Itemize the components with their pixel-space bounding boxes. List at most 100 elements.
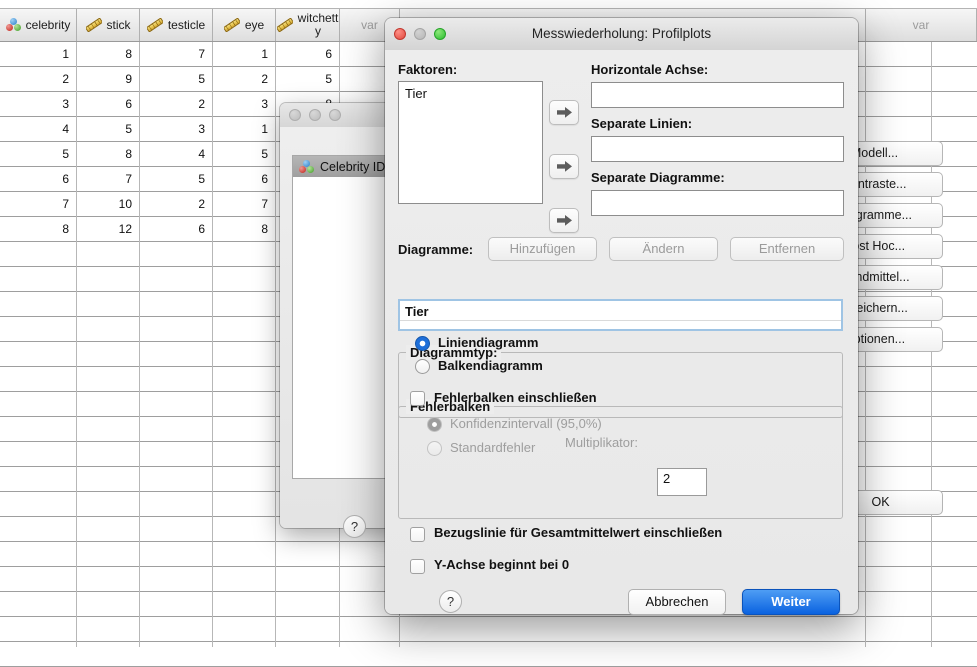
traffic-lights-inactive[interactable] xyxy=(289,109,341,121)
column-header-label: eye xyxy=(244,17,265,32)
spreadsheet-cell[interactable]: 6 xyxy=(77,92,140,117)
column-header-celebrity-0[interactable]: celebrity xyxy=(0,9,77,41)
spreadsheet-cell[interactable]: 7 xyxy=(77,167,140,192)
move-to-separate-lines-button[interactable] xyxy=(549,154,579,179)
move-right-arrow-icon xyxy=(556,161,572,172)
checkbox-reference-line-label[interactable]: Bezugslinie für Gesamtmittelwert einschl… xyxy=(434,525,722,540)
spreadsheet-cell[interactable]: 3 xyxy=(213,92,276,117)
column-header-label: testicle xyxy=(167,17,206,32)
remove-chart-button[interactable]: Entfernen xyxy=(730,237,844,261)
separate-lines-label: Separate Linien: xyxy=(591,116,693,131)
factors-list-item[interactable]: Tier xyxy=(405,86,536,101)
spreadsheet-cell[interactable]: 8 xyxy=(77,42,140,67)
scale-ruler-icon xyxy=(147,18,163,32)
spreadsheet-cell[interactable]: 5 xyxy=(140,167,213,192)
column-header-stick-1[interactable]: stick xyxy=(77,9,140,41)
separate-plots-label: Separate Diagramme: xyxy=(591,170,725,185)
separate-lines-field[interactable] xyxy=(591,136,844,162)
spreadsheet-cell[interactable]: 4 xyxy=(0,117,77,142)
help-button[interactable]: ? xyxy=(343,515,366,538)
spreadsheet-cell[interactable]: 5 xyxy=(140,67,213,92)
spreadsheet-cell[interactable]: 8 xyxy=(77,142,140,167)
continue-button[interactable]: Weiter xyxy=(742,589,840,615)
horizontal-axis-label: Horizontale Achse: xyxy=(591,62,709,77)
spreadsheet-cell[interactable]: 3 xyxy=(0,92,77,117)
cancel-button[interactable]: Abbrechen xyxy=(628,589,726,615)
zoom-button[interactable] xyxy=(329,109,341,121)
radio-bar-chart[interactable] xyxy=(415,359,430,374)
charts-label: Diagramme: xyxy=(398,242,474,257)
checkbox-reference-line[interactable] xyxy=(410,527,425,542)
spreadsheet-cell[interactable]: 5 xyxy=(77,117,140,142)
checkbox-include-error-bars[interactable] xyxy=(410,391,425,406)
list-item-label: Celebrity ID xyxy=(320,159,386,174)
spreadsheet-cell[interactable]: 2 xyxy=(140,192,213,217)
help-button[interactable]: ? xyxy=(439,590,462,613)
spreadsheet-cell[interactable]: 7 xyxy=(0,192,77,217)
column-header-label: var xyxy=(912,17,930,32)
spreadsheet-cell[interactable]: 8 xyxy=(0,217,77,242)
radio-bar-chart-label[interactable]: Balkendiagramm xyxy=(438,358,543,373)
spreadsheet-cell[interactable]: 1 xyxy=(0,42,77,67)
profile-plots-dialog[interactable]: Messwiederholung: Profilplots Faktoren: … xyxy=(385,18,858,615)
spreadsheet-cell[interactable]: 5 xyxy=(0,142,77,167)
nominal-icon xyxy=(5,18,21,32)
spreadsheet-cell[interactable]: 10 xyxy=(77,192,140,217)
radio-standard-error[interactable] xyxy=(427,441,442,456)
column-header-witchetty-4[interactable]: witchett y xyxy=(276,9,340,41)
change-chart-button[interactable]: Ändern xyxy=(609,237,718,261)
radio-line-chart-label[interactable]: Liniendiagramm xyxy=(438,335,538,350)
spreadsheet-cell[interactable]: 8 xyxy=(213,217,276,242)
charts-list-item[interactable]: Tier xyxy=(400,303,841,321)
spreadsheet-cell[interactable]: 6 xyxy=(213,167,276,192)
multiplier-field[interactable]: 2 xyxy=(657,468,707,496)
radio-line-chart[interactable] xyxy=(415,336,430,351)
factors-label: Faktoren: xyxy=(398,62,458,77)
column-header-label: stick xyxy=(106,17,131,32)
column-header-eye-3[interactable]: eye xyxy=(213,9,276,41)
radio-confidence-interval[interactable] xyxy=(427,417,442,432)
column-header-testicle-2[interactable]: testicle xyxy=(140,9,213,41)
dialog-titlebar: Messwiederholung: Profilplots xyxy=(385,18,858,51)
dialog-title: Messwiederholung: Profilplots xyxy=(531,26,712,41)
spreadsheet-cell[interactable]: 2 xyxy=(140,92,213,117)
horizontal-axis-field[interactable] xyxy=(591,82,844,108)
spreadsheet-cell[interactable]: 2 xyxy=(213,67,276,92)
spreadsheet-cell[interactable]: 1 xyxy=(213,117,276,142)
radio-standard-error-label[interactable]: Standardfehler xyxy=(450,440,535,455)
spreadsheet-cell[interactable]: 6 xyxy=(0,167,77,192)
add-chart-button[interactable]: Hinzufügen xyxy=(488,237,597,261)
spreadsheet-cell[interactable]: 9 xyxy=(77,67,140,92)
close-button[interactable] xyxy=(289,109,301,121)
column-header-var-7[interactable]: var xyxy=(866,9,977,41)
minimize-button[interactable] xyxy=(309,109,321,121)
move-right-arrow-icon xyxy=(556,107,572,118)
spreadsheet-cell[interactable]: 5 xyxy=(276,67,340,92)
dialog-body: Faktoren: Tier Horizontale Achse: Separa… xyxy=(385,50,858,615)
radio-confidence-interval-label[interactable]: Konfidenzintervall (95,0%) xyxy=(450,416,602,431)
spreadsheet-cell[interactable]: 12 xyxy=(77,217,140,242)
spreadsheet-cell[interactable]: 6 xyxy=(276,42,340,67)
separate-plots-field[interactable] xyxy=(591,190,844,216)
column-header-label: celebrity xyxy=(25,17,71,32)
spreadsheet-cell[interactable]: 5 xyxy=(213,142,276,167)
checkbox-include-error-bars-label[interactable]: Fehlerbalken einschließen xyxy=(434,390,597,405)
spreadsheet-cell[interactable]: 7 xyxy=(213,192,276,217)
spreadsheet-cell[interactable]: 4 xyxy=(140,142,213,167)
spreadsheet-row-line xyxy=(0,642,977,667)
column-header-label: var xyxy=(361,17,378,32)
factors-listbox[interactable]: Tier xyxy=(398,81,543,204)
scale-ruler-icon xyxy=(224,18,240,32)
checkbox-y-axis-zero-label[interactable]: Y-Achse beginnt bei 0 xyxy=(434,557,569,572)
move-to-horizontal-axis-button[interactable] xyxy=(549,100,579,125)
scale-ruler-icon xyxy=(277,18,293,32)
spreadsheet-cell[interactable]: 2 xyxy=(0,67,77,92)
spreadsheet-cell[interactable]: 3 xyxy=(140,117,213,142)
scale-ruler-icon xyxy=(86,18,102,32)
checkbox-y-axis-zero[interactable] xyxy=(410,559,425,574)
spreadsheet-cell[interactable]: 7 xyxy=(140,42,213,67)
move-to-separate-plots-button[interactable] xyxy=(549,208,579,233)
spreadsheet-cell[interactable]: 1 xyxy=(213,42,276,67)
charts-listbox[interactable]: Tier xyxy=(398,299,843,331)
spreadsheet-cell[interactable]: 6 xyxy=(140,217,213,242)
